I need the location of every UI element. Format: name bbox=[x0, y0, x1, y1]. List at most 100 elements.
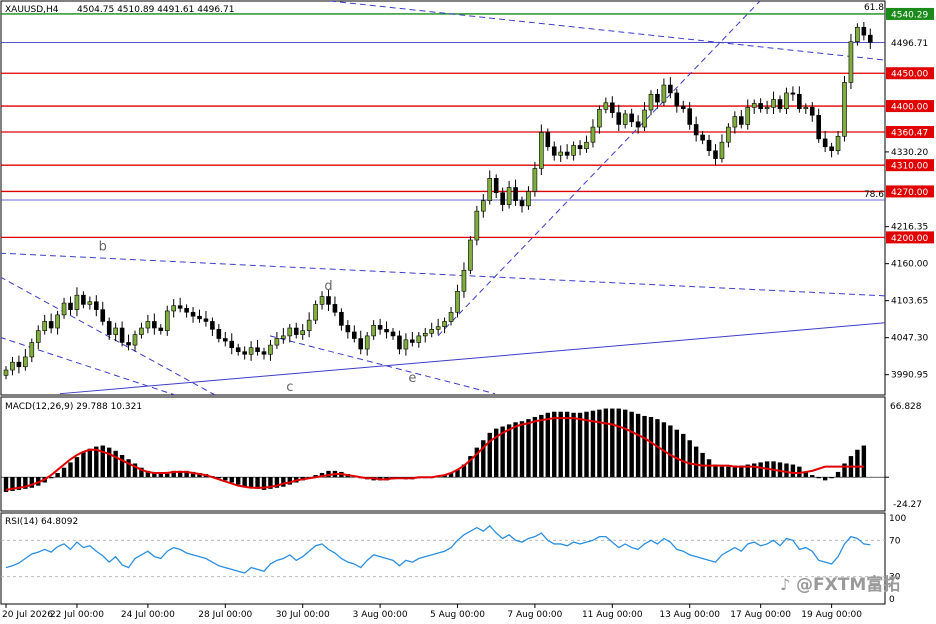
price-tick-label: 3990.95 bbox=[891, 371, 928, 381]
fib-label-786: 78.6 bbox=[864, 190, 884, 200]
macd-bar bbox=[623, 409, 628, 478]
macd-bar bbox=[87, 448, 93, 478]
bear-candle-body bbox=[94, 301, 99, 310]
macd-bar bbox=[113, 450, 118, 478]
macd-bar bbox=[822, 477, 828, 481]
macd-bar bbox=[236, 477, 241, 485]
bull-candle-body bbox=[771, 99, 776, 108]
macd-bar bbox=[687, 440, 692, 478]
macd-bar bbox=[571, 412, 576, 478]
price-tick-label: 4160.00 bbox=[891, 260, 928, 270]
bear-candle-body bbox=[706, 139, 712, 152]
bull-candle-body bbox=[526, 191, 531, 207]
macd-bar bbox=[648, 417, 654, 478]
macd-bar bbox=[829, 477, 834, 479]
bear-candle-body bbox=[809, 107, 815, 116]
macd-bar bbox=[726, 466, 731, 478]
bull-candle-body bbox=[571, 145, 576, 156]
bull-candle-body bbox=[429, 329, 435, 334]
time-tick-label: 22 Jul 00:00 bbox=[50, 610, 104, 620]
macd-bar bbox=[55, 472, 60, 478]
bear-candle-body bbox=[519, 200, 525, 207]
macd-panel bbox=[0, 396, 886, 512]
watermark-icon: ♪ bbox=[780, 575, 790, 594]
macd-bar bbox=[642, 415, 647, 478]
macd-bar bbox=[61, 467, 67, 478]
bull-candle-body bbox=[474, 210, 480, 241]
bull-candle-body bbox=[842, 82, 847, 137]
bull-candle-body bbox=[642, 109, 647, 128]
macd-bar bbox=[107, 447, 112, 478]
watermark-text: @FXTM富拓 bbox=[796, 574, 900, 595]
macd-bar bbox=[242, 477, 247, 487]
bull-candle-body bbox=[139, 327, 144, 335]
bull-candle-body bbox=[132, 334, 138, 346]
bear-candle-body bbox=[616, 112, 622, 125]
level-tag-label: 4360.47 bbox=[891, 129, 928, 139]
macd-bar bbox=[81, 451, 86, 478]
macd-bar bbox=[861, 445, 867, 478]
bull-candle-body bbox=[371, 325, 376, 337]
level-tag-label: 4450.00 bbox=[891, 70, 928, 80]
bull-candle-body bbox=[35, 330, 41, 343]
level-tag-label: 4270.00 bbox=[891, 188, 928, 198]
candle bbox=[539, 124, 544, 176]
macd-bar bbox=[810, 475, 815, 478]
bull-candle-body bbox=[306, 319, 312, 331]
bull-candle-body bbox=[10, 361, 15, 371]
macd-bar bbox=[564, 411, 570, 478]
bear-candle-body bbox=[68, 302, 73, 310]
bear-candle-body bbox=[197, 315, 202, 320]
time-tick-label: 3 Aug 00:00 bbox=[353, 610, 408, 620]
bull-candle-body bbox=[590, 126, 596, 143]
bull-candle-body bbox=[442, 321, 447, 328]
bull-candle-body bbox=[319, 296, 325, 305]
bear-candle-body bbox=[158, 327, 164, 331]
bull-candle-body bbox=[597, 109, 602, 128]
bear-candle-body bbox=[16, 361, 22, 368]
bull-candle-body bbox=[784, 92, 789, 109]
bear-candle-body bbox=[655, 93, 660, 103]
bull-candle-body bbox=[835, 135, 841, 152]
bull-candle-body bbox=[539, 132, 544, 169]
macd-bar bbox=[584, 411, 589, 478]
wave-label-e: e bbox=[408, 371, 416, 386]
price-tick-label: 4047.30 bbox=[891, 334, 928, 344]
macd-axis: 66.828 -24.27 bbox=[885, 402, 922, 510]
bear-candle-body bbox=[493, 178, 499, 194]
macd-bar bbox=[816, 477, 821, 479]
macd-bar bbox=[752, 463, 757, 478]
bull-candle-body bbox=[268, 344, 273, 355]
bear-candle-body bbox=[700, 134, 705, 141]
macd-bar bbox=[74, 457, 80, 478]
bear-candle-body bbox=[210, 321, 215, 330]
bear-candle-body bbox=[351, 331, 357, 339]
level-tag-label: 4540.29 bbox=[891, 10, 928, 20]
bull-candle-body bbox=[558, 151, 564, 156]
bull-candle-body bbox=[23, 356, 28, 368]
bull-candle-body bbox=[855, 26, 860, 43]
bull-candle-body bbox=[648, 93, 654, 111]
macd-bar bbox=[545, 412, 550, 478]
bear-candle-body bbox=[255, 347, 260, 352]
macd-bar bbox=[119, 455, 125, 478]
bear-candle-body bbox=[229, 340, 235, 349]
wave-label-b: b bbox=[99, 240, 107, 255]
bear-candle-body bbox=[397, 335, 402, 350]
bull-candle-body bbox=[584, 141, 589, 150]
bull-candle-body bbox=[751, 103, 757, 108]
bear-candle-body bbox=[693, 124, 699, 136]
macd-bar bbox=[506, 424, 512, 478]
macd-bar bbox=[100, 445, 105, 478]
bear-candle-body bbox=[235, 347, 241, 352]
rsi-tick-0: 0 bbox=[889, 595, 895, 605]
macd-bar bbox=[784, 463, 789, 478]
bear-candle-body bbox=[545, 132, 551, 148]
bear-candle-body bbox=[680, 105, 686, 109]
bear-candle-body bbox=[326, 296, 331, 305]
candle bbox=[848, 33, 854, 89]
bull-candle-body bbox=[74, 294, 80, 310]
bull-candle-body bbox=[274, 338, 280, 346]
bear-candle-body bbox=[410, 339, 415, 343]
ohlc-readout: 4504.75 4510.89 4491.61 4496.71 bbox=[77, 5, 234, 15]
